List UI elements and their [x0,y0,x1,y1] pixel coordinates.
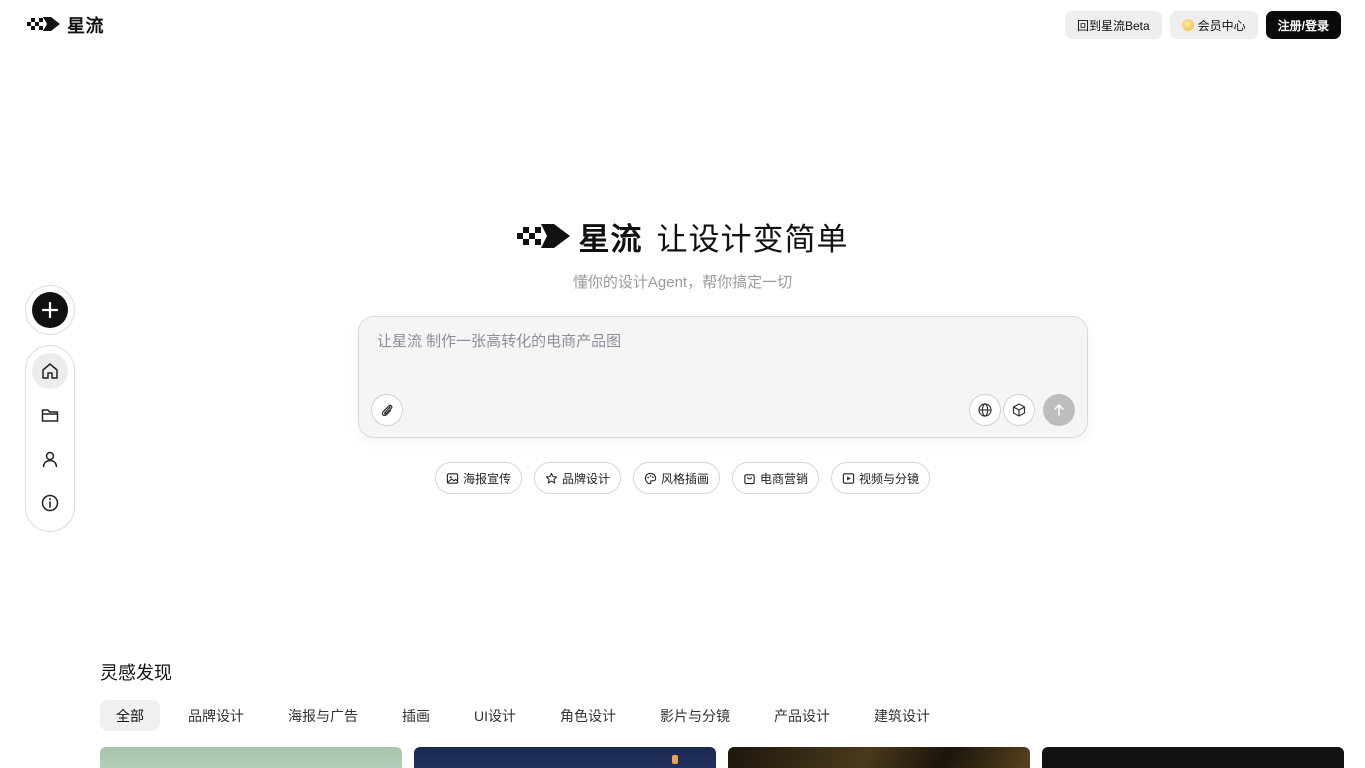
plus-icon [32,292,68,328]
arrow-up-icon [1054,404,1064,416]
tab-film-storyboard[interactable]: 影片与分镜 [644,700,746,731]
tab-architecture[interactable]: 建筑设计 [858,700,946,731]
inspiration-tabs: 全部 品牌设计 海报与广告 插画 UI设计 角色设计 影片与分镜 产品设计 建筑… [100,700,958,731]
chip-video[interactable]: 视频与分镜 [831,462,931,494]
prompt-input[interactable] [377,333,1067,350]
inspiration-card[interactable] [100,747,402,768]
chip-label: 电商营销 [760,471,809,486]
chip-ecommerce[interactable]: 电商营销 [732,462,820,494]
home-icon [42,363,58,379]
lantern-icon [672,755,678,764]
tab-brand-design[interactable]: 品牌设计 [172,700,260,731]
tab-illustration[interactable]: 插画 [386,700,446,731]
tab-ui-design[interactable]: UI设计 [458,700,532,731]
sidebar [25,345,75,532]
globe-icon [978,403,992,417]
chip-brand[interactable]: 品牌设计 [533,462,621,494]
new-project-button[interactable] [25,285,75,335]
play-icon [842,472,855,484]
inspiration-title: 灵感发现 [100,663,172,683]
vip-center-button[interactable]: 会员中心 [1169,11,1258,39]
shopping-bag-icon [744,473,755,484]
chip-label: 品牌设计 [561,471,610,486]
login-button[interactable]: 注册/登录 [1265,11,1341,39]
web-search-button[interactable] [969,394,1001,426]
vip-badge-icon [1181,19,1194,31]
brand-logo-icon [516,223,570,248]
vip-center-label: 会员中心 [1197,18,1246,33]
hero-subtitle: 懂你的设计Agent，帮你搞定一切 [572,274,793,291]
inspiration-card[interactable] [728,747,1030,768]
chip-label: 海报宣传 [462,471,511,486]
info-icon [41,494,59,512]
attach-button[interactable] [371,394,403,426]
hero-title: 星流 让设计变简单 [0,214,1365,259]
image-icon [446,472,459,484]
chip-poster[interactable]: 海报宣传 [434,462,522,494]
tab-all[interactable]: 全部 [100,700,160,731]
tab-poster-ads[interactable]: 海报与广告 [272,700,374,731]
sidebar-item-home[interactable] [32,353,68,389]
cube-icon [1012,403,1026,417]
tab-product-design[interactable]: 产品设计 [758,700,846,731]
inspiration-card[interactable] [414,747,716,768]
paperclip-icon [381,404,393,417]
header-logo[interactable]: 星流 [27,13,104,37]
folder-icon [41,409,59,422]
send-button[interactable] [1043,394,1075,426]
model-select-button[interactable] [1003,394,1035,426]
header-actions: 回到星流Beta 会员中心 注册/登录 [1064,11,1341,39]
hero-brand: 星流 [516,214,643,259]
star-icon [545,472,558,483]
sidebar-item-projects[interactable] [32,397,68,433]
back-to-beta-button[interactable]: 回到星流Beta [1064,11,1162,39]
quick-chips: 海报宣传 品牌设计 风格插画 电商营销 视频与分镜 [0,462,1365,494]
tab-character-design[interactable]: 角色设计 [544,700,632,731]
chip-illustration[interactable]: 风格插画 [632,462,720,494]
prompt-box [358,316,1088,438]
chip-label: 风格插画 [660,471,709,486]
inspiration-card[interactable] [1042,747,1344,768]
brand-logo-icon [27,17,60,31]
hero-slogan: 让设计变简单 [656,222,849,257]
chip-label: 视频与分镜 [859,471,920,486]
brand-name: 星流 [67,16,104,36]
palette-icon [644,472,657,484]
hero-brand-name: 星流 [578,222,643,257]
